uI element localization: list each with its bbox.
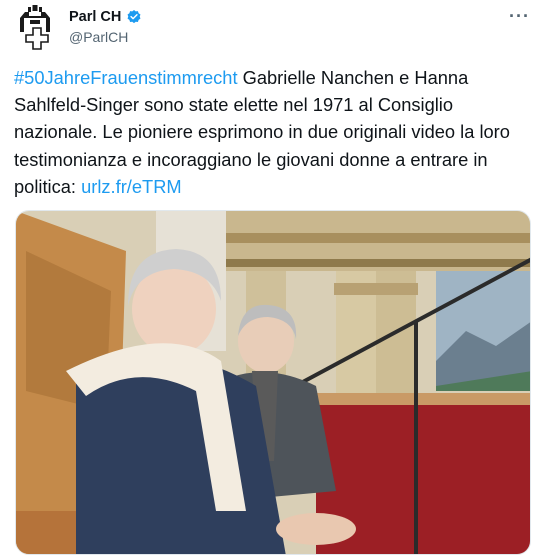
author-name[interactable]: Parl CH: [69, 9, 121, 25]
author-handle[interactable]: @ParlCH: [69, 29, 128, 45]
tweet-header: Parl CH @ParlCH ···: [14, 4, 534, 54]
author-name-row: Parl CH: [69, 9, 142, 25]
avatar[interactable]: [14, 4, 60, 50]
tweet-text: #50JahreFrauenstimmrecht Gabrielle Nanch…: [14, 64, 534, 200]
parliament-building-cross-icon: [20, 5, 50, 50]
verified-badge-icon: [127, 10, 141, 24]
more-options-icon[interactable]: ···: [509, 6, 530, 27]
hashtag-link[interactable]: #50JahreFrauenstimmrecht: [14, 67, 238, 88]
tweet-photo[interactable]: [15, 210, 531, 555]
url-link[interactable]: urlz.fr/eTRM: [81, 176, 182, 197]
tweet-card: Parl CH @ParlCH ··· #50JahreFrauenstimmr…: [0, 0, 545, 559]
photo-women-in-parliament: [16, 211, 530, 554]
